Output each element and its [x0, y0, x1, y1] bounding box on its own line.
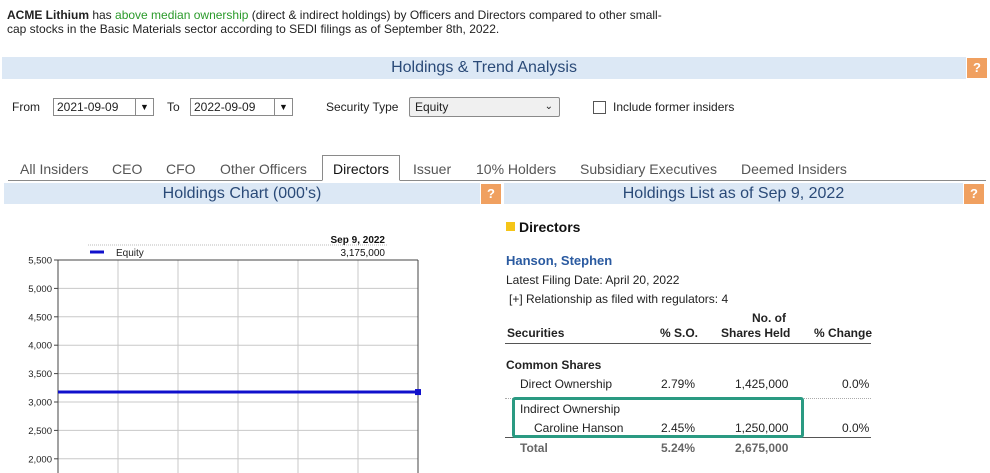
tab-deemed-insiders[interactable]: Deemed Insiders — [741, 161, 847, 177]
tab-directors[interactable]: Directors — [322, 155, 401, 181]
list-panel-title: Holdings List as of Sep 9, 2022 — [622, 185, 845, 202]
tab-10-percent-holders[interactable]: 10% Holders — [476, 161, 556, 177]
col-shares-header-1: No. of — [752, 311, 786, 325]
total-so: 5.24% — [661, 441, 696, 455]
total-shares: 2,675,000 — [735, 441, 789, 455]
from-date-select[interactable]: 2021-09-09 ▼ — [53, 98, 154, 116]
analysis-help-icon[interactable]: ? — [967, 58, 987, 78]
security-type-value: Equity — [415, 100, 449, 114]
group-bullet-icon — [506, 222, 515, 231]
from-date-value: 2021-09-09 — [57, 100, 119, 114]
y-tick-label: 5,000 — [28, 284, 52, 295]
group-title: Directors — [519, 219, 581, 235]
col-shares-header-2: Shares Held — [721, 326, 791, 340]
holdings-chart: 5,500 5,000 4,500 4,000 3,500 3,000 2,500 2,000… — [28, 235, 421, 473]
include-former-checkbox[interactable] — [593, 101, 606, 114]
summary-text-1: has — [89, 8, 116, 22]
chart-panel-title: Holdings Chart (000's) — [162, 185, 322, 202]
y-tick-label: 5,500 — [28, 256, 52, 267]
y-tick-label: 2,000 — [28, 454, 52, 465]
from-label: From — [12, 100, 40, 114]
chart-value-label: 3,175,000 — [341, 248, 386, 259]
y-tick-label: 3,000 — [28, 398, 52, 409]
to-date-dropdown-icon[interactable]: ▼ — [274, 99, 292, 115]
list-help-icon[interactable]: ? — [964, 184, 984, 204]
include-former-label[interactable]: Include former insiders — [613, 100, 734, 114]
tab-other-officers[interactable]: Other Officers — [220, 161, 307, 177]
analysis-title-bar: Holdings & Trend Analysis — [2, 57, 966, 79]
security-type-label: Security Type — [326, 100, 399, 114]
series-end-marker — [415, 389, 421, 396]
indirect-ownership-highlight — [512, 397, 804, 438]
total-label: Total — [520, 441, 548, 455]
y-tick-label: 4,500 — [28, 312, 52, 323]
tab-cfo[interactable]: CFO — [166, 161, 196, 177]
section-common-shares: Common Shares — [506, 358, 602, 372]
chart-panel-header: Holdings Chart (000's) — [4, 183, 480, 204]
y-tick-label: 4,000 — [28, 341, 52, 352]
latest-filing-date: Latest Filing Date: April 20, 2022 — [506, 273, 680, 287]
legend-label-equity: Equity — [116, 248, 144, 259]
col-securities-header: Securities — [507, 326, 565, 340]
from-date-dropdown-icon[interactable]: ▼ — [135, 99, 153, 115]
tab-ceo[interactable]: CEO — [112, 161, 142, 177]
to-label: To — [167, 100, 180, 114]
ownership-highlight: above median ownership — [115, 8, 249, 22]
chevron-down-icon: ⌄ — [544, 101, 553, 112]
row-caroline-change: 0.0% — [842, 421, 870, 435]
row-direct-label: Direct Ownership — [520, 377, 613, 391]
insider-name-link[interactable]: Hanson, Stephen — [506, 253, 612, 268]
to-date-select[interactable]: 2022-09-09 ▼ — [190, 98, 293, 116]
insider-tabs: All Insiders CEO CFO Other Officers Dire… — [8, 155, 986, 181]
ownership-summary: ACME Lithium has above median ownership … — [7, 8, 667, 36]
chart-date-label: Sep 9, 2022 — [331, 235, 386, 246]
row-direct-change: 0.0% — [842, 377, 870, 391]
chart-help-icon[interactable]: ? — [481, 184, 501, 204]
y-tick-label: 3,500 — [28, 369, 52, 380]
header-rule — [505, 343, 871, 344]
to-date-value: 2022-09-09 — [194, 100, 256, 114]
tab-issuer[interactable]: Issuer — [413, 161, 451, 177]
col-so-header: % S.O. — [660, 326, 699, 340]
col-change-header: % Change — [814, 326, 873, 340]
analysis-title: Holdings & Trend Analysis — [391, 59, 577, 76]
relationship-toggle[interactable]: [+] Relationship as filed with regulator… — [509, 292, 728, 306]
list-panel-header: Holdings List as of Sep 9, 2022 — [504, 183, 963, 204]
y-tick-label: 2,500 — [28, 426, 52, 437]
row-direct-so: 2.79% — [661, 377, 696, 391]
company-name: ACME Lithium — [7, 8, 89, 22]
row-direct-shares: 1,425,000 — [735, 377, 789, 391]
security-type-select[interactable]: Equity ⌄ — [409, 97, 560, 117]
tab-all-insiders[interactable]: All Insiders — [20, 161, 88, 177]
tab-subsidiary-executives[interactable]: Subsidiary Executives — [580, 161, 717, 177]
